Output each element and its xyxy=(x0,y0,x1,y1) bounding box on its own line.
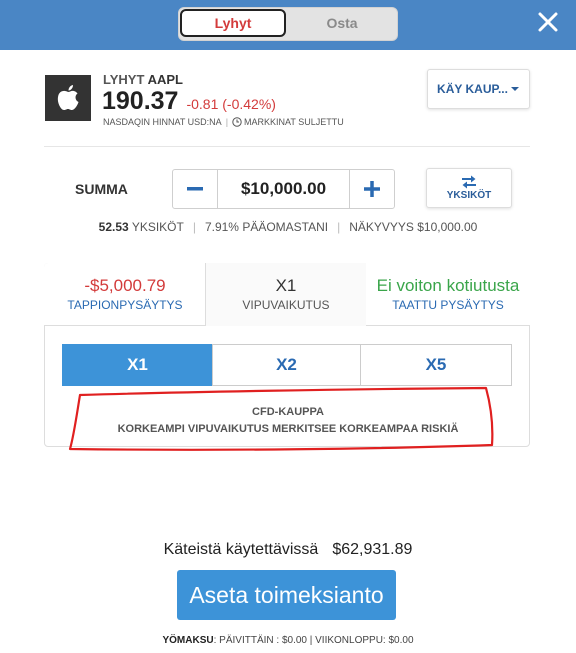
stop-loss-label: TAPPIONPYSÄYTYS xyxy=(67,298,183,312)
asset-symbol: AAPL xyxy=(147,72,183,87)
cash-label: Käteistä käytettävissä xyxy=(163,541,319,558)
take-profit-label: TAATTU PYSÄYTYS xyxy=(392,298,504,312)
summary-separator: | xyxy=(192,220,196,234)
amount-label: SUMMA xyxy=(75,181,128,197)
asset-price: 190.37 xyxy=(102,87,179,115)
exposure-summary: NÄKYVYYS $10,000.00 xyxy=(349,220,478,234)
top-bar: Lyhyt Osta xyxy=(0,0,576,50)
price-change: -0.81 (-0.42%) xyxy=(186,96,276,112)
decrease-amount-button[interactable] xyxy=(173,170,218,208)
buy-toggle-button[interactable]: Osta xyxy=(289,9,395,37)
equity-summary: 7.91% PÄÄOMASTANI xyxy=(204,220,329,234)
trade-dropdown-button[interactable]: KÄY KAUP... xyxy=(427,69,530,109)
overnight-fees: YÖMAKSU: PÄIVITTÄIN : $0.00 | VIIKONLOPP… xyxy=(162,635,414,646)
divider xyxy=(44,146,530,147)
fees-daily: PÄIVITTÄIN : $0.00 xyxy=(219,635,307,646)
fees-weekend: VIIKONLOPPU: $0.00 xyxy=(315,635,414,646)
info-separator: | xyxy=(225,117,229,127)
trade-button-label: KÄY KAUP... xyxy=(437,82,508,96)
units-summary: 52.53 YKSIKÖT xyxy=(99,220,184,234)
leverage-option-x5[interactable]: X5 xyxy=(360,344,512,386)
leverage-label: VIPUVAIKUTUS xyxy=(242,298,330,312)
market-info: NASDAQIN HINNAT USD:NA | MARKKINAT SULJE… xyxy=(103,117,344,127)
cfd-risk-notice: CFD-KAUPPA KORKEAMPI VIPUVAIKUTUS MERKIT… xyxy=(0,404,576,438)
units-toggle-button[interactable]: YKSIKÖT xyxy=(426,168,512,208)
direction-label: LYHYT xyxy=(103,72,145,87)
leverage-option-x2[interactable]: X2 xyxy=(212,344,361,386)
cfd-notice-text: KORKEAMPI VIPUVAIKUTUS MERKITSEE KORKEAM… xyxy=(117,423,459,435)
available-cash: Käteistä käytettävissä $62,931.89 xyxy=(0,541,576,559)
swap-arrows-icon xyxy=(460,175,478,189)
tab-leverage[interactable]: X1 VIPUVAIKUTUS xyxy=(205,263,367,326)
apple-logo-icon xyxy=(45,75,91,121)
leverage-option-x1[interactable]: X1 xyxy=(62,344,213,386)
summary-separator: | xyxy=(337,220,341,234)
amount-input[interactable] xyxy=(218,170,349,208)
cash-value: $62,931.89 xyxy=(332,541,413,558)
tab-take-profit[interactable]: Ei voiton kotiutusta TAATTU PYSÄYTYS xyxy=(366,263,530,326)
price-row: 190.37 -0.81 (-0.42%) xyxy=(102,87,276,116)
units-value: 52.53 xyxy=(98,220,129,234)
cfd-notice-title: CFD-KAUPPA xyxy=(252,406,324,418)
position-summary: 52.53 YKSIKÖT | 7.91% PÄÄOMASTANI | NÄKY… xyxy=(0,220,576,234)
tab-stop-loss[interactable]: -$5,000.79 TAPPIONPYSÄYTYS xyxy=(44,263,206,326)
close-icon[interactable] xyxy=(536,10,560,34)
fees-label: YÖMAKSU xyxy=(162,635,214,646)
take-profit-value: Ei voiton kotiutusta xyxy=(376,276,520,295)
market-status: MARKKINAT SULJETTU xyxy=(244,117,344,127)
units-summary-label: YKSIKÖT xyxy=(131,220,184,234)
exchange-info: NASDAQIN HINNAT USD:NA xyxy=(103,117,222,127)
units-button-label: YKSIKÖT xyxy=(446,190,492,201)
clock-icon xyxy=(232,117,244,127)
increase-amount-button[interactable] xyxy=(349,170,394,208)
stop-loss-value: -$5,000.79 xyxy=(84,276,166,295)
asset-heading: LYHYT AAPL xyxy=(103,72,183,87)
caret-down-icon xyxy=(508,86,520,92)
place-order-button[interactable]: Aseta toimeksianto xyxy=(177,570,396,620)
short-toggle-button[interactable]: Lyhyt xyxy=(180,9,286,37)
leverage-value: X1 xyxy=(275,276,297,295)
amount-stepper xyxy=(172,169,395,209)
mode-toggle: Lyhyt Osta xyxy=(178,7,398,41)
